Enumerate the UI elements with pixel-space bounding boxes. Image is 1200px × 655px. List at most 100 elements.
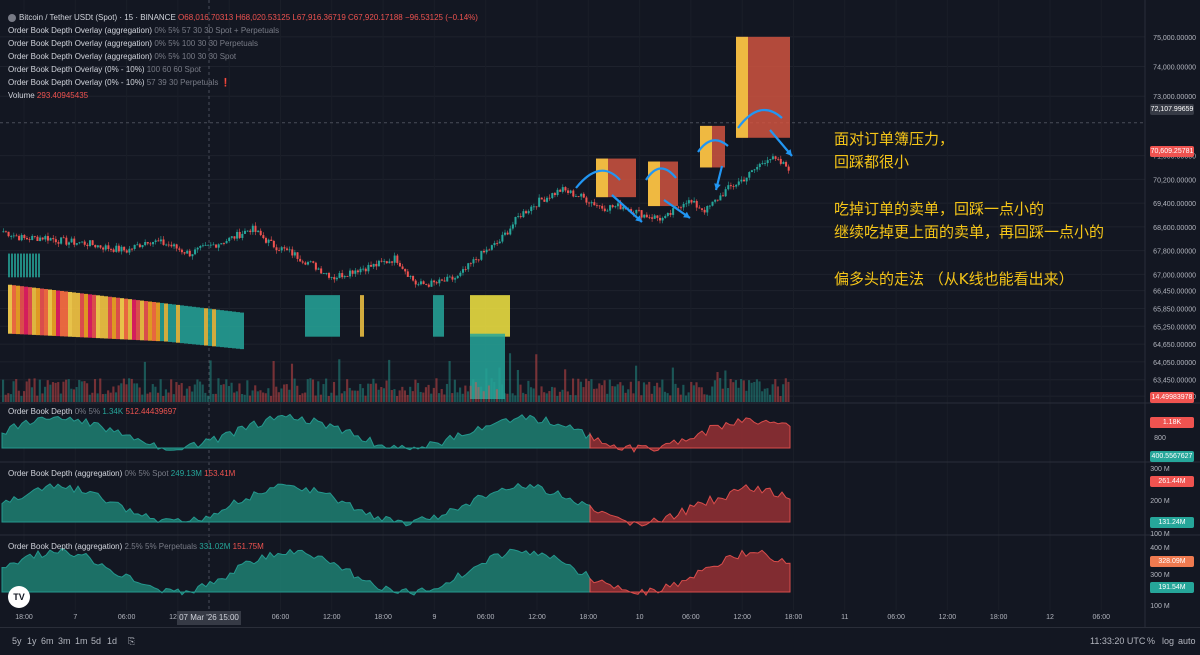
candle-body	[67, 242, 70, 245]
volume-bar	[209, 360, 212, 402]
order-book-overlay-band	[236, 312, 240, 349]
range-3m-button[interactable]: 3m	[58, 636, 71, 646]
goto-date-icon[interactable]: ⎘	[128, 636, 135, 647]
volume-bar	[487, 385, 491, 402]
volume-bar	[343, 391, 346, 402]
candle-body	[422, 281, 425, 285]
candle-body	[706, 206, 709, 213]
symbol-title[interactable]: Bitcoin / Tether USDt (Spot) · 15 · BINA…	[19, 13, 176, 22]
indicator-legend-1[interactable]: Order Book Depth Overlay (aggregation) 0…	[8, 25, 279, 37]
volume-bar	[322, 384, 325, 402]
order-book-overlay-band	[652, 161, 654, 207]
volume-bar	[248, 395, 252, 402]
candle-body	[748, 172, 751, 178]
order-book-overlay-band	[12, 285, 16, 334]
candle-body	[251, 225, 254, 233]
indicator-legend-5[interactable]: Order Book Depth Overlay (0% - 10%) 57 3…	[8, 77, 231, 89]
pane3-label-bottom: 191.54M	[1150, 582, 1194, 593]
pane2-legend[interactable]: Order Book Depth (aggregation) 0% 5% Spo…	[8, 468, 235, 480]
candle-body	[750, 170, 753, 173]
order-book-overlay-band	[23, 253, 25, 278]
pane2-depth-area-bid	[1, 482, 591, 527]
warning-icon[interactable]: ❗	[221, 78, 231, 87]
order-book-overlay-band	[598, 158, 600, 198]
candle-body	[503, 232, 507, 235]
volume-bar	[88, 394, 91, 402]
volume-bar	[109, 392, 112, 402]
indicator-legend-3[interactable]: Order Book Depth Overlay (aggregation) 0…	[8, 51, 236, 63]
volume-bar	[742, 380, 745, 402]
volume-bar	[445, 383, 449, 402]
range-1m-button[interactable]: 1m	[75, 636, 88, 646]
volume-bar	[262, 392, 265, 402]
volume-bar	[269, 395, 273, 402]
candle-body	[611, 205, 614, 208]
range-6m-button[interactable]: 6m	[41, 636, 54, 646]
pane1-legend[interactable]: Order Book Depth 0% 5% 1.34K 512.4443969…	[8, 406, 177, 418]
candle-body	[530, 206, 533, 212]
log-toggle[interactable]: log	[1162, 636, 1174, 646]
candle-body	[493, 242, 496, 246]
range-5y-button[interactable]: 5y	[12, 636, 22, 646]
candle-body	[519, 216, 522, 218]
candle-body	[677, 206, 680, 208]
volume-bar	[761, 391, 764, 402]
percent-toggle[interactable]: %	[1147, 636, 1155, 646]
pane1-value1: 1.34K	[102, 407, 124, 416]
candle-body	[18, 235, 21, 241]
volume-bar	[172, 394, 175, 402]
symbol-header[interactable]: Bitcoin / Tether USDt (Spot) · 15 · BINA…	[8, 12, 478, 24]
pane3-depth-area-bid	[1, 547, 591, 596]
candle-body	[293, 252, 296, 256]
range-1y-button[interactable]: 1y	[27, 636, 37, 646]
candle-body	[20, 234, 23, 241]
volume-bar	[128, 378, 131, 402]
pane2-params: 0% 5% Spot	[124, 469, 169, 478]
candle-body	[351, 270, 354, 274]
volume-bar	[550, 386, 554, 402]
volume-bar	[432, 387, 435, 402]
auto-toggle[interactable]: auto	[1178, 636, 1196, 646]
volume-bar	[107, 390, 110, 402]
utc-clock[interactable]: 11:33:20 UTC	[1090, 636, 1145, 646]
range-1d-button[interactable]: 1d	[107, 636, 117, 646]
volume-bar	[117, 385, 120, 402]
volume-bar	[411, 391, 414, 402]
pane3-legend[interactable]: Order Book Depth (aggregation) 2.5% 5% P…	[8, 541, 264, 553]
range-5d-button[interactable]: 5d	[91, 636, 101, 646]
volume-bar	[46, 380, 49, 402]
candle-body	[687, 200, 690, 204]
pane3-value1: 331.02M	[199, 542, 231, 551]
volume-bar	[774, 379, 777, 402]
candle-body	[157, 240, 160, 242]
order-book-overlay-band	[224, 310, 228, 348]
indicator-legend-2[interactable]: Order Book Depth Overlay (aggregation) 0…	[8, 38, 258, 50]
candle-body	[588, 202, 591, 204]
volume-bar	[9, 394, 13, 402]
price-tick-label: 73,000.00000	[1153, 94, 1196, 101]
main-chart-svg[interactable]: 75,000.0000074,000.0000073,000.0000071,0…	[0, 0, 1200, 654]
volume-bar	[524, 394, 527, 402]
indicator-legend-4[interactable]: Order Book Depth Overlay (0% - 10%) 100 …	[8, 64, 201, 76]
ohlc-open: O68,016.70313	[178, 13, 234, 22]
volume-legend[interactable]: Volume 293.40945435	[8, 90, 88, 102]
volume-bar	[461, 393, 464, 402]
candle-body	[86, 244, 89, 247]
volume-bar	[154, 386, 157, 402]
volume-bar	[401, 386, 404, 402]
volume-bar	[768, 394, 772, 402]
volume-bar	[501, 384, 504, 402]
candle-body	[73, 238, 76, 245]
order-book-overlay-band	[648, 161, 650, 207]
volume-bar	[477, 387, 480, 402]
candle-body	[285, 248, 289, 250]
volume-bar	[427, 384, 430, 402]
volume-bar	[758, 381, 761, 402]
candle-body	[367, 264, 370, 272]
volume-bar	[440, 389, 443, 402]
pane2-value1: 249.13M	[170, 469, 202, 478]
price-tick-label: 69,400.00000	[1153, 201, 1196, 208]
volume-bar	[603, 380, 606, 402]
tradingview-logo[interactable]: TV	[8, 586, 30, 608]
time-tick-label: 18:00	[374, 614, 392, 621]
